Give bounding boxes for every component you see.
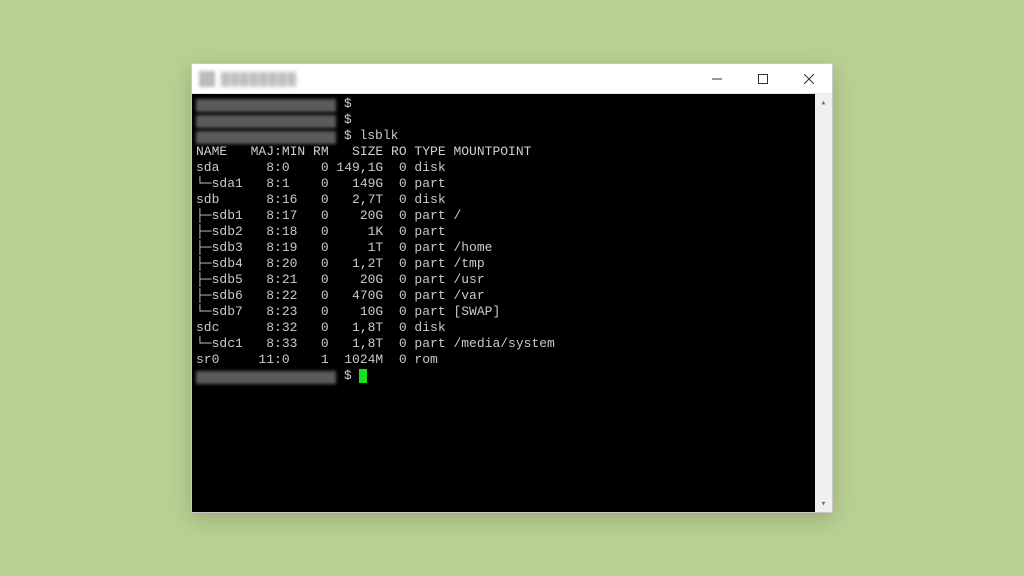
lsblk-row: ├─sdb4 8:20 0 1,2T 0 part /tmp (196, 256, 485, 271)
prompt-symbol: $ (344, 112, 352, 127)
app-icon (199, 71, 215, 87)
lsblk-row: └─sda1 8:1 0 149G 0 part (196, 176, 453, 191)
lsblk-row: ├─sdb1 8:17 0 20G 0 part / (196, 208, 461, 223)
maximize-icon (758, 74, 768, 84)
scroll-up-icon[interactable]: ▴ (815, 94, 832, 111)
maximize-button[interactable] (740, 64, 786, 94)
window-titlebar[interactable]: ████████ (192, 64, 832, 94)
lsblk-row: ├─sdb3 8:19 0 1T 0 part /home (196, 240, 492, 255)
lsblk-row: └─sdc1 8:33 0 1,8T 0 part /media/system (196, 336, 555, 351)
scroll-down-icon[interactable]: ▾ (815, 495, 832, 512)
lsblk-row: ├─sdb5 8:21 0 20G 0 part /usr (196, 272, 485, 287)
prompt-line: $ (196, 368, 367, 384)
minimize-button[interactable] (694, 64, 740, 94)
lsblk-row: └─sdb7 8:23 0 10G 0 part [SWAP] (196, 304, 500, 319)
lsblk-row: sr0 11:0 1 1024M 0 rom (196, 352, 453, 367)
prompt-line: $ (196, 96, 352, 112)
lsblk-header: NAME MAJ:MIN RM SIZE RO TYPE MOUNTPOINT (196, 144, 531, 159)
lsblk-row: ├─sdb2 8:18 0 1K 0 part (196, 224, 453, 239)
lsblk-row: sda 8:0 0 149,1G 0 disk (196, 160, 453, 175)
prompt-line: $ lsblk (196, 128, 398, 144)
prompt-symbol: $ (344, 368, 352, 383)
terminal-output[interactable]: $ $ $ lsblk NAME MAJ:MIN RM SIZE RO TYPE… (192, 94, 815, 512)
prompt-line: $ (196, 112, 352, 128)
prompt-symbol: $ (344, 128, 352, 143)
window-title: ████████ (221, 72, 297, 86)
lsblk-row: sdb 8:16 0 2,7T 0 disk (196, 192, 453, 207)
prompt-symbol: $ (344, 96, 352, 111)
lsblk-row: ├─sdb6 8:22 0 470G 0 part /var (196, 288, 485, 303)
vertical-scrollbar[interactable]: ▴ ▾ (815, 94, 832, 512)
command-text: lsblk (359, 128, 398, 143)
close-button[interactable] (786, 64, 832, 94)
terminal-window: ████████ $ $ $ lsblk NAME MAJ:MIN RM SIZ… (191, 63, 833, 513)
cursor (359, 369, 367, 383)
close-icon (804, 74, 814, 84)
lsblk-row: sdc 8:32 0 1,8T 0 disk (196, 320, 453, 335)
minimize-icon (712, 74, 722, 84)
